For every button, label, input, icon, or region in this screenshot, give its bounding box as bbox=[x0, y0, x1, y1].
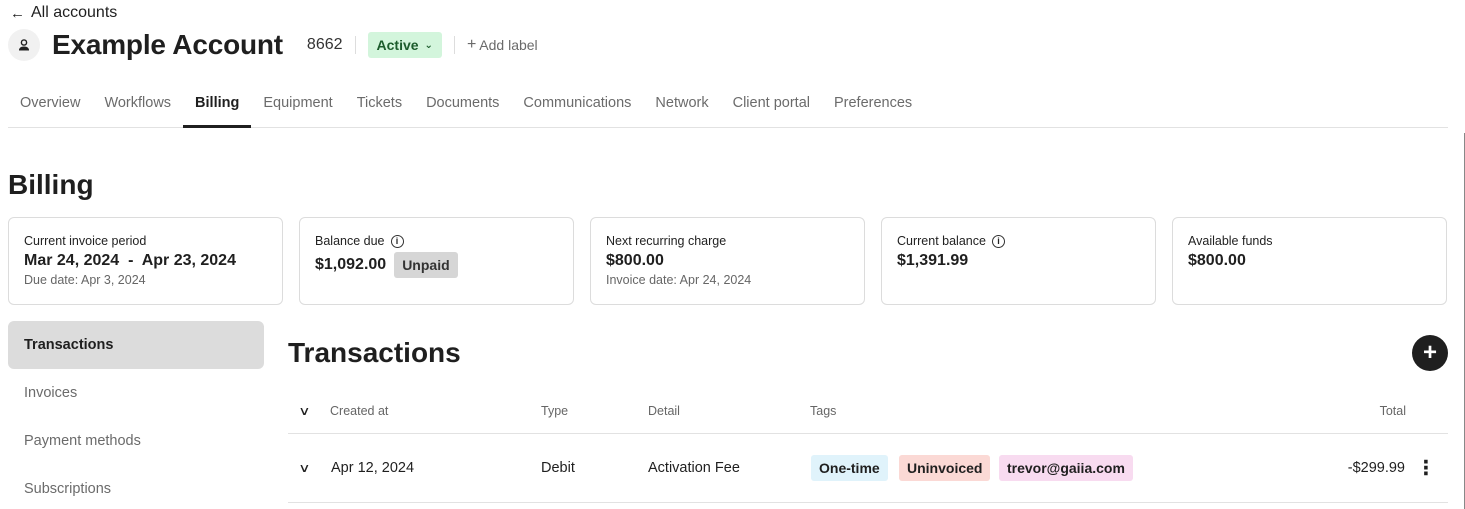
transactions-title: Transactions bbox=[288, 337, 461, 368]
add-transaction-button[interactable]: + bbox=[1412, 335, 1448, 371]
account-number: 8662 bbox=[306, 36, 343, 53]
card-label: Next recurring charge bbox=[606, 234, 727, 248]
card-label: Current invoice period bbox=[24, 234, 147, 248]
tab-overview[interactable]: Overview bbox=[8, 80, 92, 127]
back-link-label: All accounts bbox=[31, 4, 118, 21]
account-tabs: Overview Workflows Billing Equipment Tic… bbox=[8, 80, 1448, 128]
cell-type: Debit bbox=[541, 460, 575, 476]
column-detail[interactable]: Detail bbox=[648, 404, 680, 418]
card-next-recurring-charge: Next recurring charge $800.00 Invoice da… bbox=[590, 217, 865, 305]
tab-documents[interactable]: Documents bbox=[414, 80, 511, 127]
column-total[interactable]: Total bbox=[1380, 404, 1406, 418]
expand-all-chevron-icon[interactable]: ∨ bbox=[298, 404, 310, 418]
card-value: $1,092.00 bbox=[315, 256, 387, 273]
card-label: Balance due bbox=[315, 234, 385, 248]
card-value: $800.00 bbox=[606, 252, 664, 269]
card-available-funds: Available funds $800.00 bbox=[1172, 217, 1447, 305]
chevron-down-icon: ⌄ bbox=[424, 39, 433, 51]
tab-communications[interactable]: Communications bbox=[511, 80, 643, 127]
tag-user: trevor@gaiia.com bbox=[999, 455, 1133, 481]
cell-created-at: Apr 12, 2024 bbox=[331, 460, 415, 476]
tab-billing[interactable]: Billing bbox=[183, 80, 252, 128]
tab-client-portal[interactable]: Client portal bbox=[721, 80, 822, 127]
plus-icon: + bbox=[1422, 339, 1437, 366]
info-icon[interactable]: i bbox=[390, 234, 404, 248]
tab-preferences[interactable]: Preferences bbox=[822, 80, 924, 127]
column-tags[interactable]: Tags bbox=[810, 404, 836, 418]
table-row[interactable]: ∨ Apr 12, 2024 Debit Activation Fee One-… bbox=[288, 434, 1448, 503]
card-value: Mar 24, 2024 - Apr 23, 2024 bbox=[24, 252, 236, 269]
card-sub: Invoice date: Apr 24, 2024 bbox=[606, 273, 752, 287]
column-created-at[interactable]: Created at bbox=[330, 404, 388, 418]
plus-icon: + bbox=[466, 36, 477, 53]
billing-subnav: Transactions Invoices Payment methods Su… bbox=[8, 321, 264, 509]
table-header: ∨ Created at Type Detail Tags Total bbox=[288, 388, 1448, 434]
tab-workflows[interactable]: Workflows bbox=[92, 80, 183, 127]
add-label-button[interactable]: + Add label bbox=[467, 36, 538, 54]
card-label: Current balance bbox=[897, 234, 986, 248]
cell-total: -$299.99 bbox=[1347, 460, 1405, 476]
status-dropdown[interactable]: Active ⌄ bbox=[367, 32, 442, 58]
subnav-item-transactions[interactable]: Transactions bbox=[8, 321, 264, 369]
tab-tickets[interactable]: Tickets bbox=[345, 80, 414, 127]
info-icon[interactable]: i bbox=[991, 234, 1005, 248]
page-title: Example Account bbox=[52, 29, 283, 60]
subnav-item-invoices[interactable]: Invoices bbox=[8, 369, 264, 417]
tag-one-time: One-time bbox=[811, 455, 888, 481]
arrow-left-icon: ← bbox=[10, 4, 25, 22]
column-type[interactable]: Type bbox=[541, 404, 568, 418]
status-label: Active bbox=[376, 37, 419, 53]
card-current-balance: Current balance i $1,391.99 bbox=[881, 217, 1156, 305]
account-header: Example Account 8662 Active ⌄ + Add labe… bbox=[8, 29, 538, 61]
card-invoice-period: Current invoice period Mar 24, 2024 - Ap… bbox=[8, 217, 283, 305]
subnav-item-payment-methods[interactable]: Payment methods bbox=[8, 417, 264, 465]
billing-summary-cards: Current invoice period Mar 24, 2024 - Ap… bbox=[8, 217, 1447, 305]
card-balance-due: Balance due i $1,092.00 Unpaid bbox=[299, 217, 574, 305]
tag-uninvoiced: Uninvoiced bbox=[899, 455, 991, 481]
expand-row-chevron-icon[interactable]: ∨ bbox=[298, 461, 310, 475]
card-value: $800.00 bbox=[1188, 252, 1246, 269]
status-badge: Unpaid bbox=[394, 252, 458, 278]
divider bbox=[453, 36, 455, 54]
back-link[interactable]: ← All accounts bbox=[10, 4, 117, 22]
card-label: Available funds bbox=[1188, 234, 1273, 248]
cell-detail: Activation Fee bbox=[648, 460, 740, 476]
add-label-text: Add label bbox=[479, 37, 538, 53]
subnav-item-subscriptions[interactable]: Subscriptions bbox=[8, 465, 264, 509]
card-sub: Due date: Apr 3, 2024 bbox=[24, 273, 146, 287]
tab-network[interactable]: Network bbox=[643, 80, 720, 127]
card-value: $1,391.99 bbox=[897, 252, 969, 269]
user-icon bbox=[8, 29, 40, 61]
tab-equipment[interactable]: Equipment bbox=[251, 80, 344, 127]
divider bbox=[354, 36, 356, 54]
more-vertical-icon[interactable]: ⋮ bbox=[1416, 456, 1436, 481]
billing-title: Billing bbox=[8, 169, 94, 200]
